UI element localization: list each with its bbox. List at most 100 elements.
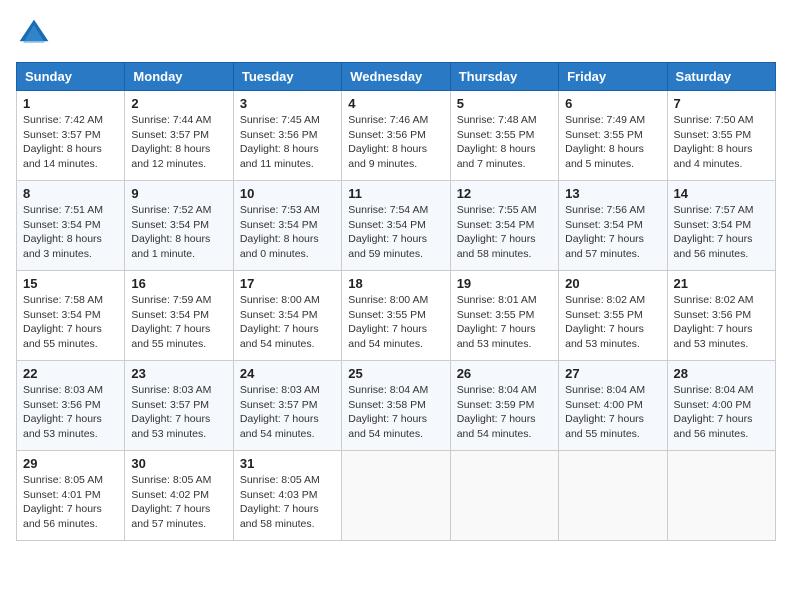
day-info: Sunrise: 7:49 AMSunset: 3:55 PMDaylight:… (565, 113, 660, 172)
calendar-cell: 28 Sunrise: 8:04 AMSunset: 4:00 PMDaylig… (667, 361, 775, 451)
day-number: 30 (131, 456, 226, 471)
weekday-header-sunday: Sunday (17, 63, 125, 91)
day-number: 10 (240, 186, 335, 201)
day-info: Sunrise: 7:57 AMSunset: 3:54 PMDaylight:… (674, 203, 769, 262)
calendar-cell: 25 Sunrise: 8:04 AMSunset: 3:58 PMDaylig… (342, 361, 450, 451)
day-info: Sunrise: 7:50 AMSunset: 3:55 PMDaylight:… (674, 113, 769, 172)
day-info: Sunrise: 8:04 AMSunset: 4:00 PMDaylight:… (565, 383, 660, 442)
calendar-cell: 22 Sunrise: 8:03 AMSunset: 3:56 PMDaylig… (17, 361, 125, 451)
calendar-cell: 12 Sunrise: 7:55 AMSunset: 3:54 PMDaylig… (450, 181, 558, 271)
calendar-cell: 9 Sunrise: 7:52 AMSunset: 3:54 PMDayligh… (125, 181, 233, 271)
day-number: 5 (457, 96, 552, 111)
calendar-cell: 20 Sunrise: 8:02 AMSunset: 3:55 PMDaylig… (559, 271, 667, 361)
weekday-header-monday: Monday (125, 63, 233, 91)
day-info: Sunrise: 7:51 AMSunset: 3:54 PMDaylight:… (23, 203, 118, 262)
day-number: 23 (131, 366, 226, 381)
calendar-cell: 31 Sunrise: 8:05 AMSunset: 4:03 PMDaylig… (233, 451, 341, 541)
calendar-cell (667, 451, 775, 541)
day-number: 8 (23, 186, 118, 201)
calendar-cell: 17 Sunrise: 8:00 AMSunset: 3:54 PMDaylig… (233, 271, 341, 361)
calendar-cell: 1 Sunrise: 7:42 AMSunset: 3:57 PMDayligh… (17, 91, 125, 181)
day-number: 1 (23, 96, 118, 111)
calendar-cell: 30 Sunrise: 8:05 AMSunset: 4:02 PMDaylig… (125, 451, 233, 541)
day-number: 28 (674, 366, 769, 381)
day-number: 7 (674, 96, 769, 111)
day-number: 26 (457, 366, 552, 381)
day-number: 31 (240, 456, 335, 471)
calendar-cell: 24 Sunrise: 8:03 AMSunset: 3:57 PMDaylig… (233, 361, 341, 451)
day-info: Sunrise: 7:53 AMSunset: 3:54 PMDaylight:… (240, 203, 335, 262)
day-info: Sunrise: 8:02 AMSunset: 3:55 PMDaylight:… (565, 293, 660, 352)
day-number: 18 (348, 276, 443, 291)
weekday-header-saturday: Saturday (667, 63, 775, 91)
page-header (16, 16, 776, 52)
calendar-cell: 19 Sunrise: 8:01 AMSunset: 3:55 PMDaylig… (450, 271, 558, 361)
weekday-header-thursday: Thursday (450, 63, 558, 91)
calendar-cell (450, 451, 558, 541)
calendar-cell: 15 Sunrise: 7:58 AMSunset: 3:54 PMDaylig… (17, 271, 125, 361)
day-number: 29 (23, 456, 118, 471)
day-number: 6 (565, 96, 660, 111)
day-info: Sunrise: 8:03 AMSunset: 3:56 PMDaylight:… (23, 383, 118, 442)
day-info: Sunrise: 8:05 AMSunset: 4:02 PMDaylight:… (131, 473, 226, 532)
calendar-cell: 14 Sunrise: 7:57 AMSunset: 3:54 PMDaylig… (667, 181, 775, 271)
calendar-cell: 13 Sunrise: 7:56 AMSunset: 3:54 PMDaylig… (559, 181, 667, 271)
day-number: 11 (348, 186, 443, 201)
day-info: Sunrise: 8:03 AMSunset: 3:57 PMDaylight:… (240, 383, 335, 442)
weekday-header-friday: Friday (559, 63, 667, 91)
day-info: Sunrise: 7:48 AMSunset: 3:55 PMDaylight:… (457, 113, 552, 172)
day-number: 12 (457, 186, 552, 201)
day-number: 24 (240, 366, 335, 381)
day-number: 13 (565, 186, 660, 201)
day-number: 14 (674, 186, 769, 201)
day-info: Sunrise: 8:05 AMSunset: 4:01 PMDaylight:… (23, 473, 118, 532)
calendar-cell: 11 Sunrise: 7:54 AMSunset: 3:54 PMDaylig… (342, 181, 450, 271)
calendar-cell: 16 Sunrise: 7:59 AMSunset: 3:54 PMDaylig… (125, 271, 233, 361)
day-number: 15 (23, 276, 118, 291)
day-info: Sunrise: 7:56 AMSunset: 3:54 PMDaylight:… (565, 203, 660, 262)
day-number: 3 (240, 96, 335, 111)
calendar-cell: 21 Sunrise: 8:02 AMSunset: 3:56 PMDaylig… (667, 271, 775, 361)
day-info: Sunrise: 7:52 AMSunset: 3:54 PMDaylight:… (131, 203, 226, 262)
logo-icon (16, 16, 52, 52)
calendar-cell: 18 Sunrise: 8:00 AMSunset: 3:55 PMDaylig… (342, 271, 450, 361)
calendar-cell: 6 Sunrise: 7:49 AMSunset: 3:55 PMDayligh… (559, 91, 667, 181)
calendar-cell (559, 451, 667, 541)
day-info: Sunrise: 8:04 AMSunset: 3:58 PMDaylight:… (348, 383, 443, 442)
day-number: 21 (674, 276, 769, 291)
day-number: 27 (565, 366, 660, 381)
day-info: Sunrise: 8:01 AMSunset: 3:55 PMDaylight:… (457, 293, 552, 352)
week-row-3: 15 Sunrise: 7:58 AMSunset: 3:54 PMDaylig… (17, 271, 776, 361)
calendar-cell (342, 451, 450, 541)
calendar-cell: 7 Sunrise: 7:50 AMSunset: 3:55 PMDayligh… (667, 91, 775, 181)
week-row-5: 29 Sunrise: 8:05 AMSunset: 4:01 PMDaylig… (17, 451, 776, 541)
calendar-table: SundayMondayTuesdayWednesdayThursdayFrid… (16, 62, 776, 541)
weekday-header-row: SundayMondayTuesdayWednesdayThursdayFrid… (17, 63, 776, 91)
day-info: Sunrise: 7:44 AMSunset: 3:57 PMDaylight:… (131, 113, 226, 172)
day-info: Sunrise: 7:59 AMSunset: 3:54 PMDaylight:… (131, 293, 226, 352)
day-number: 25 (348, 366, 443, 381)
day-number: 17 (240, 276, 335, 291)
weekday-header-wednesday: Wednesday (342, 63, 450, 91)
day-number: 4 (348, 96, 443, 111)
day-number: 2 (131, 96, 226, 111)
day-number: 20 (565, 276, 660, 291)
week-row-2: 8 Sunrise: 7:51 AMSunset: 3:54 PMDayligh… (17, 181, 776, 271)
day-info: Sunrise: 8:00 AMSunset: 3:54 PMDaylight:… (240, 293, 335, 352)
calendar-cell: 10 Sunrise: 7:53 AMSunset: 3:54 PMDaylig… (233, 181, 341, 271)
day-info: Sunrise: 7:54 AMSunset: 3:54 PMDaylight:… (348, 203, 443, 262)
day-number: 19 (457, 276, 552, 291)
day-number: 16 (131, 276, 226, 291)
calendar-cell: 29 Sunrise: 8:05 AMSunset: 4:01 PMDaylig… (17, 451, 125, 541)
calendar-cell: 23 Sunrise: 8:03 AMSunset: 3:57 PMDaylig… (125, 361, 233, 451)
calendar-cell: 5 Sunrise: 7:48 AMSunset: 3:55 PMDayligh… (450, 91, 558, 181)
day-info: Sunrise: 8:04 AMSunset: 3:59 PMDaylight:… (457, 383, 552, 442)
day-info: Sunrise: 8:00 AMSunset: 3:55 PMDaylight:… (348, 293, 443, 352)
day-info: Sunrise: 8:02 AMSunset: 3:56 PMDaylight:… (674, 293, 769, 352)
day-number: 22 (23, 366, 118, 381)
calendar-cell: 2 Sunrise: 7:44 AMSunset: 3:57 PMDayligh… (125, 91, 233, 181)
day-info: Sunrise: 7:42 AMSunset: 3:57 PMDaylight:… (23, 113, 118, 172)
day-info: Sunrise: 8:05 AMSunset: 4:03 PMDaylight:… (240, 473, 335, 532)
day-info: Sunrise: 8:04 AMSunset: 4:00 PMDaylight:… (674, 383, 769, 442)
day-info: Sunrise: 7:45 AMSunset: 3:56 PMDaylight:… (240, 113, 335, 172)
